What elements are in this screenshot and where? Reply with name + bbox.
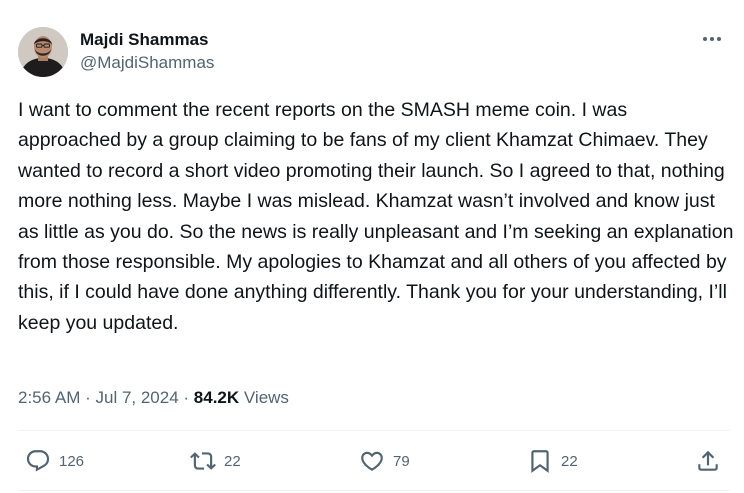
- divider: [18, 430, 730, 431]
- tweet-time[interactable]: 2:56 AM: [18, 388, 80, 407]
- avatar-portrait: [18, 27, 68, 77]
- bookmark-icon: [531, 450, 549, 473]
- tweet-date[interactable]: Jul 7, 2024: [95, 388, 178, 407]
- author-handle[interactable]: @MajdiShammas: [80, 51, 214, 75]
- views-count: 84.2K: [193, 388, 240, 407]
- views-label: Views: [243, 388, 289, 407]
- author-display-name[interactable]: Majdi Shammas: [80, 29, 214, 51]
- heart-icon: [361, 451, 383, 471]
- action-bar: 126 22 79 22: [0, 446, 744, 476]
- reply-bubble-icon: [26, 450, 50, 472]
- meta-separator: ·: [80, 388, 96, 407]
- tweet-card: Majdi Shammas @MajdiShammas I want to co…: [0, 0, 744, 493]
- repost-button[interactable]: 22: [190, 446, 241, 476]
- share-upload-icon: [698, 450, 718, 471]
- tweet-text: I want to comment the recent reports on …: [18, 99, 734, 334]
- tweet-metadata: 2:56 AM · Jul 7, 2024 · 84.2K Views: [18, 386, 289, 410]
- more-horizontal-icon: [703, 37, 721, 41]
- reply-button[interactable]: 126: [25, 446, 84, 476]
- share-button[interactable]: [695, 446, 721, 476]
- divider: [18, 490, 730, 491]
- repost-count: 22: [224, 452, 241, 470]
- bookmark-button[interactable]: 22: [527, 446, 578, 476]
- repost-arrows-icon: [190, 452, 216, 470]
- like-count: 79: [393, 452, 410, 470]
- meta-separator: ·: [178, 388, 194, 407]
- bookmark-count: 22: [561, 452, 578, 470]
- author-names: Majdi Shammas @MajdiShammas: [80, 29, 214, 75]
- avatar[interactable]: [18, 27, 68, 77]
- more-options-button[interactable]: [700, 29, 724, 49]
- like-button[interactable]: 79: [359, 446, 410, 476]
- reply-count: 126: [59, 452, 85, 470]
- tweet-header: Majdi Shammas @MajdiShammas: [18, 27, 730, 79]
